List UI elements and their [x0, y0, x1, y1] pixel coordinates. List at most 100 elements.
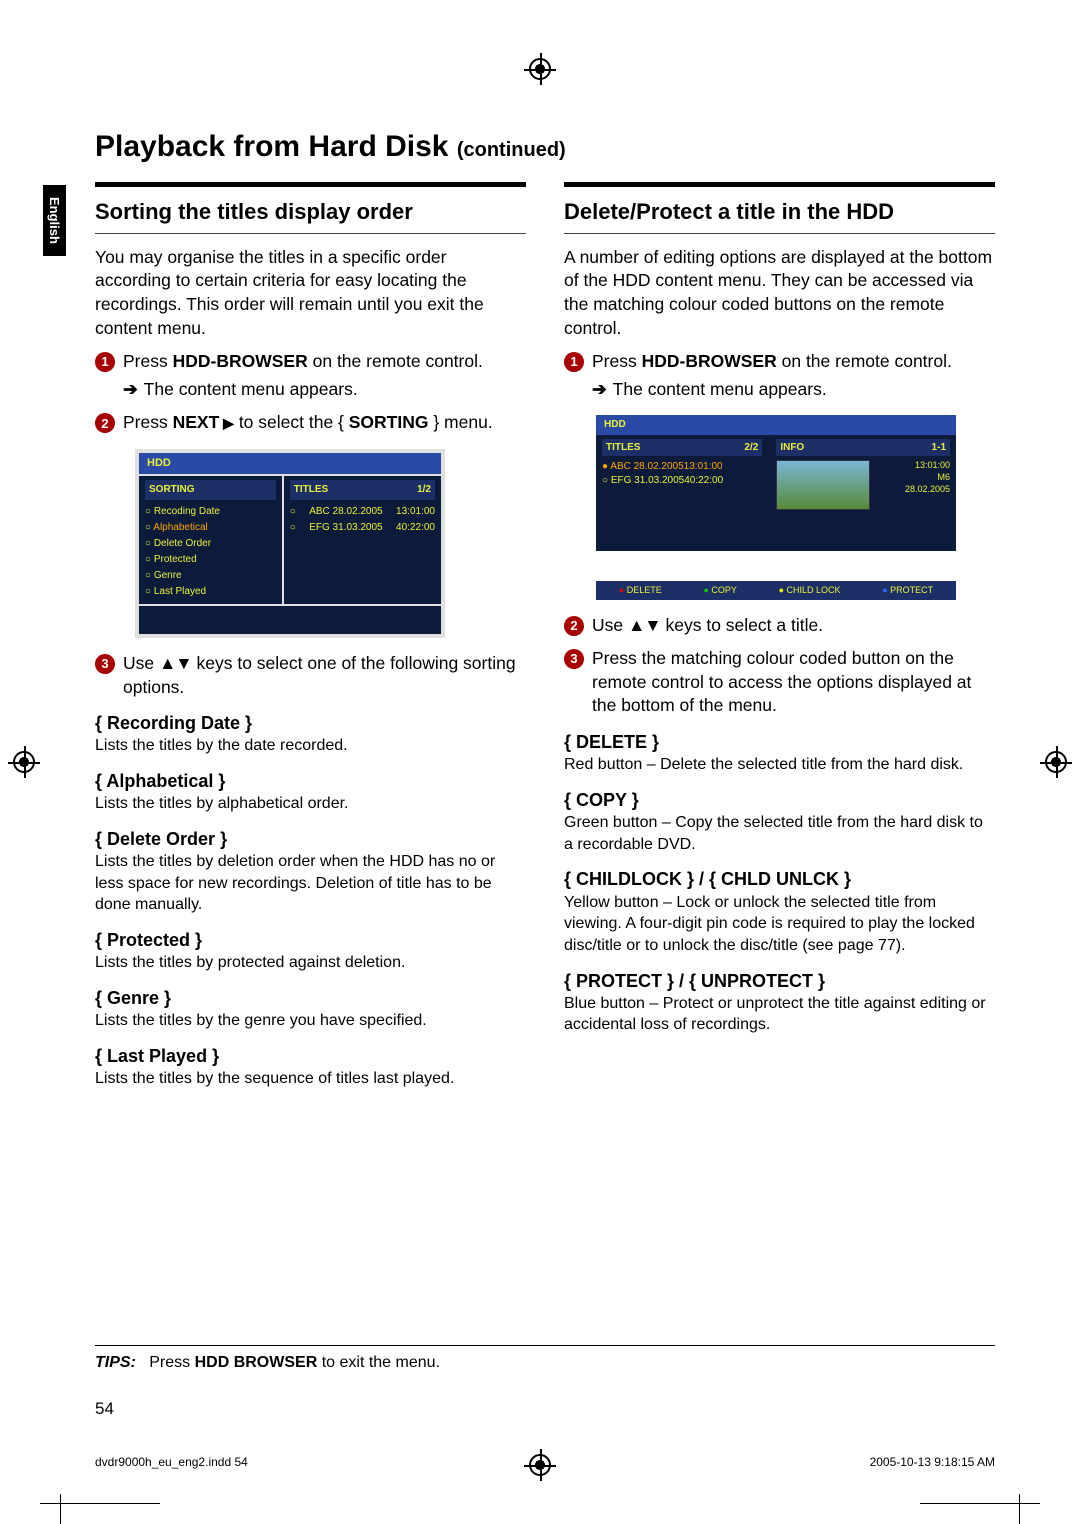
option-desc: Lists the titles by the genre you have s… [95, 1010, 526, 1032]
option-title: PROTECT } / { UNPROTECT [576, 971, 813, 991]
crop-mark-icon [10, 748, 38, 776]
option-desc: Red button – Delete the selected title f… [564, 754, 995, 776]
title-time: 40:22:00 [684, 475, 723, 486]
pane-count: 1/2 [417, 482, 431, 498]
title-main: Playback from Hard Disk [95, 130, 448, 163]
option-title: Delete Order [107, 829, 215, 849]
arrow-icon [123, 378, 138, 402]
step-text: Press [123, 412, 173, 432]
title-row: ABC 28.02.2005 [610, 461, 683, 472]
crop-mark-icon [1042, 748, 1070, 776]
language-tab: English [43, 185, 66, 256]
option-desc: Green button – Copy the selected title f… [564, 812, 995, 855]
key-label: HDD BROWSER [195, 1354, 318, 1371]
tips-text: to exit the menu. [317, 1354, 440, 1371]
shot-header: HDD [139, 453, 441, 474]
left-column: Sorting the titles display order You may… [95, 182, 526, 1090]
tips-text: Press [149, 1354, 194, 1371]
step-text: to select the { [234, 412, 349, 432]
option-block: { Delete Order } Lists the titles by del… [95, 827, 526, 916]
updown-icon [159, 653, 192, 673]
info-duration: 13:01:00 [874, 460, 950, 472]
pane-title: SORTING [149, 482, 195, 498]
step-text: Press [592, 351, 642, 371]
page-title: Playback from Hard Disk (continued) [95, 130, 995, 164]
pane-title: TITLES [294, 482, 328, 498]
thumbnail-image [776, 460, 869, 510]
option-title: COPY [576, 790, 627, 810]
trim-line [40, 1503, 160, 1504]
trim-line [1019, 1494, 1020, 1524]
sort-option-selected: Alphabetical [145, 520, 276, 536]
option-desc: Lists the titles by protected against de… [95, 952, 526, 974]
title-time: 40:22:00 [396, 520, 435, 536]
page-number: 54 [95, 1399, 114, 1419]
title-row: ABC 28.02.2005 [309, 504, 382, 520]
title-row: EFG 31.03.2005 [309, 520, 382, 536]
menu-screenshot-delete: HDD TITLES2/2 ● ABC 28.02.200513:01:00 ○… [596, 415, 956, 599]
page-content: English Playback from Hard Disk (continu… [95, 130, 995, 1374]
result-text: The content menu appears. [613, 378, 827, 402]
step-text: on the remote control. [777, 351, 952, 371]
step-text: Use [123, 653, 159, 673]
option-block: { PROTECT } / { UNPROTECT } Blue button … [564, 969, 995, 1036]
step-number-icon: 3 [564, 649, 584, 669]
shot-header: HDD [596, 415, 956, 435]
pane-title: TITLES [606, 441, 640, 455]
info-channel: M6 [874, 472, 950, 484]
yellow-button-label: CHILD LOCK [779, 584, 841, 596]
title-time: 13:01:00 [684, 461, 723, 472]
option-title: Alphabetical [106, 771, 213, 791]
option-desc: Yellow button – Lock or unlock the selec… [564, 892, 995, 957]
step-text: } menu. [428, 412, 492, 432]
step-2: 2 Press NEXT to select the { SORTING } m… [95, 411, 526, 435]
tips-label: TIPS: [95, 1354, 136, 1371]
option-desc: Lists the titles by the sequence of titl… [95, 1068, 526, 1090]
sort-option: Last Played [145, 584, 276, 600]
option-title: Recording Date [107, 713, 240, 733]
title-time: 13:01:00 [396, 504, 435, 520]
crop-mark-icon [526, 55, 554, 83]
option-block: { Alphabetical } Lists the titles by alp… [95, 769, 526, 815]
result-line: The content menu appears. [95, 378, 526, 402]
key-label: HDD-BROWSER [642, 351, 777, 371]
option-title: Genre [107, 988, 159, 1008]
option-desc: Blue button – Protect or unprotect the t… [564, 993, 995, 1036]
option-block: { Protected } Lists the titles by protec… [95, 928, 526, 974]
option-title: DELETE [576, 732, 647, 752]
result-line: The content menu appears. [564, 378, 995, 402]
step-1: 1 Press HDD-BROWSER on the remote contro… [95, 350, 526, 374]
option-block: { Recording Date } Lists the titles by t… [95, 711, 526, 757]
section-heading: Sorting the titles display order [95, 182, 526, 234]
step-number-icon: 3 [95, 654, 115, 674]
menu-screenshot-sorting: HDD SORTING Recoding Date Alphabetical D… [135, 449, 445, 638]
step-1: 1 Press HDD-BROWSER on the remote contro… [564, 350, 995, 374]
step-text: Press the matching colour coded button o… [592, 647, 995, 718]
step-number-icon: 1 [95, 352, 115, 372]
step-number-icon: 1 [564, 352, 584, 372]
step-text: on the remote control. [308, 351, 483, 371]
section-heading: Delete/Protect a title in the HDD [564, 182, 995, 234]
option-title: Last Played [107, 1046, 207, 1066]
sort-option: Protected [145, 552, 276, 568]
arrow-icon [592, 378, 607, 402]
footer-timestamp: 2005-10-13 9:18:15 AM [870, 1455, 995, 1469]
title-row: EFG 31.03.2005 [611, 475, 684, 486]
step-number-icon: 2 [95, 413, 115, 433]
key-label: NEXT [173, 412, 234, 432]
right-column: Delete/Protect a title in the HDD A numb… [564, 182, 995, 1090]
intro-paragraph: A number of editing options are displaye… [564, 246, 995, 341]
step-text: Press [123, 351, 173, 371]
option-desc: Lists the titles by the date recorded. [95, 735, 526, 757]
option-title: Protected [107, 930, 190, 950]
key-label: HDD-BROWSER [173, 351, 308, 371]
sort-option: Delete Order [145, 536, 276, 552]
step-3: 3 Press the matching colour coded button… [564, 647, 995, 718]
step-3: 3 Use keys to select one of the followin… [95, 652, 526, 699]
result-text: The content menu appears. [144, 378, 358, 402]
sort-option: Recoding Date [145, 504, 276, 520]
trim-line [60, 1494, 61, 1524]
menu-name: SORTING [349, 412, 429, 432]
tips-footer: TIPS: Press HDD BROWSER to exit the menu… [95, 1345, 995, 1372]
option-title: CHILDLOCK } / { CHLD UNLCK [576, 869, 839, 889]
